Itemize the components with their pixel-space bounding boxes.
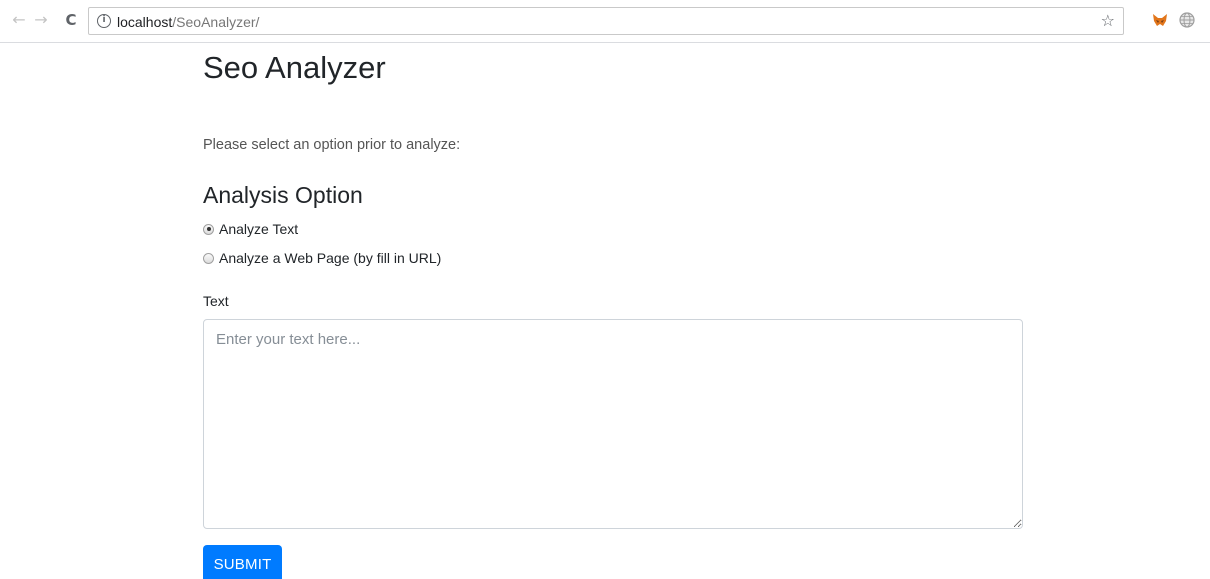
radio-button-analyze-web-page[interactable] bbox=[203, 252, 214, 264]
radio-analyze-text[interactable]: Analyze Text bbox=[203, 220, 298, 238]
star-icon[interactable]: ☆ bbox=[1101, 11, 1115, 31]
intro-text: Please select an option prior to analyze… bbox=[203, 137, 461, 153]
info-icon[interactable]: i bbox=[97, 14, 111, 28]
radio-label-analyze-text: Analyze Text bbox=[219, 221, 299, 237]
url-text[interactable]: localhost/SeoAnalyzer/ bbox=[117, 13, 259, 31]
reload-icon[interactable]: C bbox=[60, 9, 82, 31]
radio-analyze-web-page[interactable]: Analyze a Web Page (by fill in URL) bbox=[203, 249, 441, 267]
text-field-label: Text bbox=[203, 293, 229, 309]
radio-button-analyze-text[interactable] bbox=[203, 223, 214, 235]
arrow-left-icon[interactable]: ← bbox=[8, 9, 30, 31]
url-path: /SeoAnalyzer/ bbox=[172, 14, 260, 30]
globe-extension-icon[interactable] bbox=[1178, 11, 1196, 29]
fox-extension-icon[interactable] bbox=[1151, 11, 1169, 29]
url-host: localhost bbox=[117, 14, 173, 30]
arrow-right-icon[interactable]: → bbox=[30, 9, 52, 31]
submit-button[interactable]: SUBMIT bbox=[203, 545, 282, 579]
radio-label-analyze-web-page: Analyze a Web Page (by fill in URL) bbox=[219, 250, 442, 266]
page-title: Seo Analyzer bbox=[203, 50, 386, 85]
analysis-option-heading: Analysis Option bbox=[203, 182, 363, 208]
address-bar[interactable]: i localhost/SeoAnalyzer/ ☆ bbox=[88, 7, 1124, 35]
text-input[interactable] bbox=[203, 319, 1023, 529]
browser-toolbar: ← → C i localhost/SeoAnalyzer/ ☆ bbox=[0, 0, 1210, 43]
